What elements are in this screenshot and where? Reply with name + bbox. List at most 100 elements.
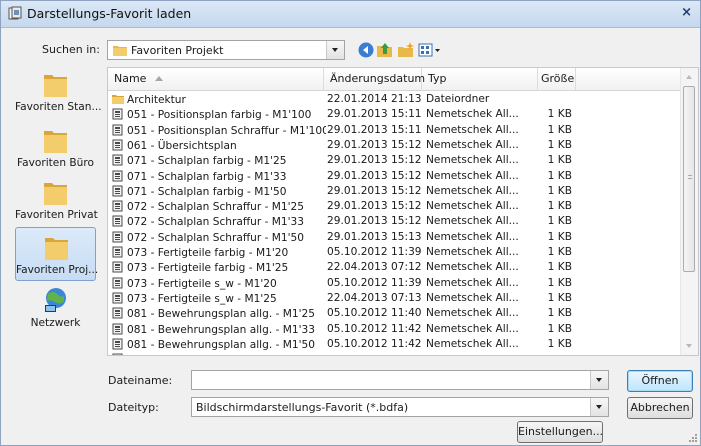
file-row[interactable]: 081 - Bewehrungsplan allg. - M1'50 05.10.…	[108, 337, 682, 352]
close-icon[interactable]: ×	[681, 5, 692, 20]
file-size: 1 KB	[547, 322, 572, 335]
place-netzwerk[interactable]: Netzwerk	[15, 281, 96, 335]
file-row[interactable]: 073 - Fertigteile s_w - M1'20 05.10.2012 …	[108, 276, 682, 291]
app-icon	[8, 6, 22, 20]
file-name-cell: 072 - Schalplan Schraffur - M1'50	[112, 231, 326, 244]
file-row[interactable]: 073 - Fertigteile s_w - M1'25 22.04.2013 …	[108, 291, 682, 306]
place-favoriten-standard[interactable]: Favoriten Stan...	[15, 65, 102, 119]
places-bar: Favoriten Stan... Favoriten Büro Favorit…	[15, 65, 102, 345]
favorite-file-icon	[112, 277, 127, 290]
file-type: Nemetschek All...	[426, 261, 519, 274]
file-name-cell: 072 - Schalplan Schraffur - M1'25	[112, 200, 326, 213]
file-date: 29.01.2013 15:12	[327, 154, 422, 167]
chevron-down-icon[interactable]	[326, 41, 344, 59]
file-date: 29.01.2013 15:13	[327, 230, 422, 243]
folder-icon	[113, 46, 127, 56]
file-name: 073 - Fertigteile s_w - M1'20	[127, 277, 277, 290]
file-size: 1 KB	[547, 230, 572, 243]
lookin-label: Suchen in:	[42, 43, 100, 56]
title-bar[interactable]: Darstellungs-Favorit laden ×	[1, 1, 700, 28]
resize-grip-icon[interactable]	[688, 433, 698, 443]
file-name-cell: 081 - Bewehrungsplan allg. - M1'25	[112, 307, 326, 320]
file-row[interactable]: 081 - Bewehrungsplan allg. - M1'25 05.10.…	[108, 306, 682, 321]
file-row[interactable]: 051 - Positionsplan Schraffur - M1'100 29…	[108, 123, 682, 138]
file-date: 22.01.2014 21:13	[327, 93, 422, 105]
cancel-button[interactable]: Abbrechen	[627, 397, 693, 419]
back-icon[interactable]	[357, 41, 375, 59]
file-size: 1 KB	[547, 138, 572, 151]
place-favoriten-privat[interactable]: Favoriten Privat	[15, 173, 98, 227]
column-header-size[interactable]: Größe	[538, 68, 576, 90]
file-name-cell: 081 - Bewehrungsplan allg. - M1'33	[112, 323, 326, 336]
column-header-type[interactable]: Typ	[422, 68, 538, 90]
file-row[interactable]: 071 - Schalplan farbig - M1'50 29.01.2013…	[108, 184, 682, 199]
place-label: Favoriten Stan...	[15, 101, 102, 113]
filetype-combo[interactable]: Bildschirmdarstellungs-Favorit (*.bdfa)	[191, 397, 609, 417]
file-row[interactable]: 051 - Positionsplan farbig - M1'100 29.01…	[108, 107, 682, 122]
column-header-date[interactable]: Änderungsdatum	[324, 68, 425, 90]
scroll-up-icon[interactable]	[686, 75, 692, 79]
file-row[interactable]: Architektur 22.01.2014 21:13 Dateiordner	[108, 92, 682, 107]
file-name: Architektur	[127, 94, 186, 106]
file-type: Nemetschek All...	[426, 307, 519, 320]
file-row[interactable]: 072 - Schalplan Schraffur - M1'25 29.01.2…	[108, 199, 682, 214]
new-folder-icon[interactable]	[397, 41, 415, 59]
file-size: 1 KB	[547, 291, 572, 304]
settings-button[interactable]: Einstellungen...	[517, 421, 603, 443]
file-name: 072 - Schalplan Schraffur - M1'25	[127, 201, 305, 214]
file-row[interactable]: 071 - Schalplan farbig - M1'25 29.01.2013…	[108, 153, 682, 168]
file-size: 1 KB	[547, 154, 572, 167]
favorite-file-icon	[112, 108, 127, 121]
file-type: Nemetschek All...	[426, 246, 519, 258]
file-row[interactable]: 071 - Schalplan farbig - M1'33 29.01.2013…	[108, 169, 682, 184]
up-folder-icon[interactable]	[376, 41, 394, 59]
file-date: 29.01.2013 15:12	[327, 215, 422, 228]
file-type: Nemetschek All...	[426, 276, 519, 289]
view-menu-icon[interactable]	[418, 41, 442, 59]
folder-icon	[44, 131, 67, 153]
favorite-file-icon	[112, 200, 127, 213]
file-name: 073 - Fertigteile farbig - M1'20	[127, 247, 289, 259]
file-row[interactable]: 081 - Bewehrungsplan allg. - M1'33 05.10.…	[108, 322, 682, 337]
window-title: Darstellungs-Favorit laden	[27, 6, 192, 21]
scroll-down-icon[interactable]	[686, 344, 692, 348]
chevron-down-icon[interactable]	[590, 371, 608, 389]
file-name: 072 - Schalplan Schraffur - M1'33	[127, 216, 305, 229]
favorite-file-icon	[112, 154, 127, 167]
favorite-file-icon	[112, 292, 127, 305]
open-button[interactable]: Öffnen	[627, 370, 693, 392]
file-name-cell: 073 - Fertigteile s_w - M1'25	[112, 292, 326, 305]
file-row[interactable]: 073 - Fertigteile farbig - M1'25 22.04.20…	[108, 260, 682, 275]
chevron-down-icon[interactable]	[590, 398, 608, 416]
file-list[interactable]: Name Änderungsdatum Typ Größe Architektu…	[107, 67, 699, 356]
vertical-scrollbar[interactable]	[680, 68, 698, 355]
column-size-label: Größe	[541, 72, 575, 85]
file-row[interactable]: 073 - Fertigteile farbig - M1'20 05.10.20…	[108, 245, 682, 260]
favorite-file-icon	[112, 246, 127, 259]
file-row[interactable]: 072 - Schalplan Schraffur - M1'33 29.01.2…	[108, 214, 682, 229]
filename-combo[interactable]	[191, 370, 609, 390]
file-row[interactable]: 061 - Übersichtsplan 29.01.2013 15:12 Neme…	[108, 138, 682, 153]
place-favoriten-projekt[interactable]: Favoriten Proj...	[15, 227, 99, 281]
folder-icon	[44, 183, 67, 205]
favorite-file-icon	[112, 124, 127, 137]
place-favoriten-buero[interactable]: Favoriten Büro	[15, 121, 96, 175]
file-date: 05.10.2012 11:42	[327, 337, 422, 350]
file-date: 29.01.2013 15:12	[327, 184, 422, 197]
column-header-name[interactable]: Name	[108, 68, 324, 90]
file-name-cell: 071 - Schalplan farbig - M1'25	[112, 154, 326, 167]
scrollbar-thumb[interactable]	[683, 86, 695, 272]
lookin-combo[interactable]: Favoriten Projekt	[107, 40, 345, 60]
file-row[interactable]: 072 - Schalplan Schraffur - M1'50 29.01.2…	[108, 230, 682, 245]
place-label: Favoriten Proj...	[16, 264, 99, 276]
file-name-cell: 072 - Schalplan Schraffur - M1'33	[112, 215, 326, 228]
file-date: 29.01.2013 15:11	[327, 108, 422, 121]
file-name: 081 - Bewehrungsplan allg. - M1'25	[127, 308, 316, 321]
file-type: Nemetschek All...	[426, 215, 519, 228]
file-type: Nemetschek All...	[426, 169, 519, 182]
favorite-file-icon	[112, 231, 127, 244]
column-type-label: Typ	[428, 72, 447, 85]
file-size: 1 KB	[547, 276, 572, 289]
file-name: 081 - Bewehrungsplan allg. - M1'50	[127, 338, 316, 351]
filetype-label: Dateityp:	[108, 401, 159, 414]
